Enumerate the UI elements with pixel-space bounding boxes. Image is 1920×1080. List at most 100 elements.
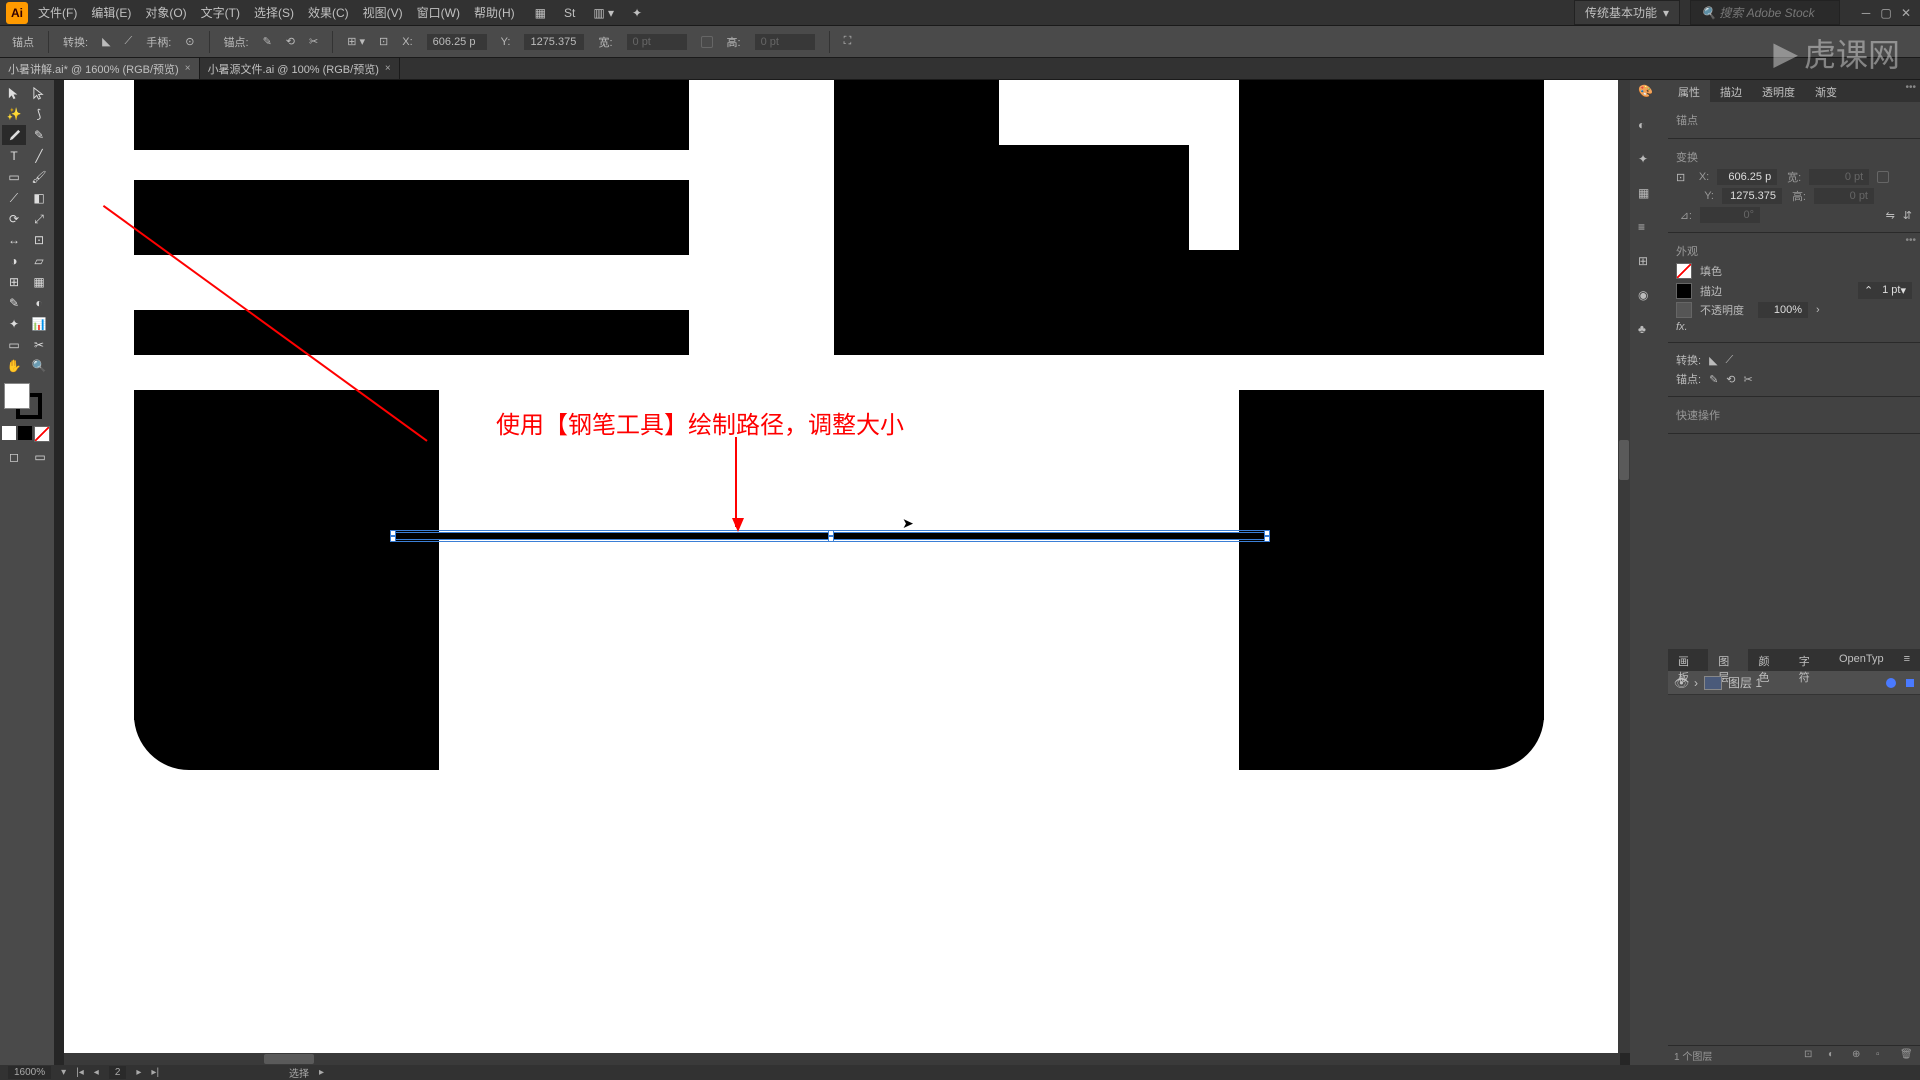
- color-guide-icon[interactable]: ◐: [1638, 118, 1660, 138]
- stroke-swatch-prop[interactable]: [1676, 283, 1692, 299]
- cb-y-value[interactable]: 1275.375: [524, 34, 584, 50]
- layer-row[interactable]: 👁 › 图层 1: [1668, 671, 1920, 695]
- crop-icon[interactable]: ⛶: [844, 35, 852, 48]
- width-tool[interactable]: ↔: [2, 230, 26, 250]
- reference-point-icon[interactable]: ⊡: [1676, 171, 1685, 184]
- brushes-icon[interactable]: ✦: [1638, 152, 1660, 172]
- menu-effect[interactable]: 效果(C): [308, 4, 349, 21]
- menu-type[interactable]: 文字(T): [201, 4, 240, 21]
- color-mode-icon[interactable]: [2, 426, 16, 440]
- layer-target-icon[interactable]: [1886, 678, 1896, 688]
- tab-properties[interactable]: 属性: [1668, 80, 1710, 102]
- menu-object[interactable]: 对象(O): [145, 4, 186, 21]
- tab-close-icon[interactable]: ×: [185, 63, 191, 74]
- menu-file[interactable]: 文件(F): [38, 4, 77, 21]
- zoom-chevron-icon[interactable]: ▾: [61, 1067, 66, 1078]
- artboard-last-icon[interactable]: ▸|: [151, 1067, 159, 1078]
- eraser-tool[interactable]: ◧: [27, 188, 51, 208]
- workspace-selector[interactable]: 传统基本功能▾: [1574, 0, 1680, 25]
- type-tool[interactable]: T: [2, 146, 26, 166]
- rectangle-tool[interactable]: ▭: [2, 167, 26, 187]
- arrange-icon[interactable]: ▥ ▾: [593, 6, 614, 20]
- column-graph-tool[interactable]: 📊: [27, 314, 51, 334]
- symbols-icon[interactable]: ▦: [1638, 186, 1660, 206]
- maximize-button[interactable]: ▢: [1878, 5, 1894, 21]
- swatches-icon[interactable]: ⊞: [1638, 254, 1660, 274]
- menu-window[interactable]: 窗口(W): [417, 4, 460, 21]
- hand-tool[interactable]: ✋: [2, 356, 26, 376]
- remove-anchor-icon[interactable]: ✎: [1709, 373, 1718, 386]
- fx-label[interactable]: fx.: [1676, 321, 1688, 333]
- tab-character[interactable]: 字符: [1789, 649, 1829, 671]
- gradient-mode-icon[interactable]: [18, 426, 32, 440]
- fill-swatch[interactable]: [4, 383, 30, 409]
- symbol-sprayer-tool[interactable]: ✦: [2, 314, 26, 334]
- cb-h-value[interactable]: 0 pt: [755, 34, 815, 50]
- draw-mode-icon[interactable]: ◻: [2, 447, 26, 467]
- connect-anchor-icon[interactable]: ⟲: [1726, 373, 1735, 386]
- appearance-icon[interactable]: ◉: [1638, 288, 1660, 308]
- mesh-tool[interactable]: ⊞: [2, 272, 26, 292]
- direct-selection-tool[interactable]: [27, 83, 51, 103]
- tab-opentype[interactable]: OpenTyp: [1829, 649, 1894, 671]
- canvas-area[interactable]: ➤ 使用【钢笔工具】绘制路径，调整大小: [54, 80, 1630, 1065]
- document-tab-inactive[interactable]: 小暑源文件.ai @ 100% (RGB/预览)×: [200, 58, 400, 79]
- tab-transparency[interactable]: 透明度: [1752, 80, 1805, 102]
- cut-anchor-icon[interactable]: ✂: [309, 35, 318, 48]
- opacity-chevron-icon[interactable]: ›: [1816, 304, 1820, 316]
- flip-v-icon[interactable]: ⇵: [1903, 209, 1912, 222]
- new-layer-icon[interactable]: ▫: [1876, 1049, 1890, 1063]
- delete-layer-icon[interactable]: 🗑: [1900, 1049, 1914, 1063]
- zoom-level[interactable]: 1600%: [8, 1066, 51, 1079]
- prop-x-value[interactable]: 606.25 p: [1717, 169, 1777, 185]
- prop-h-value[interactable]: 0 pt: [1814, 188, 1874, 204]
- isolate-icon[interactable]: ⊞ ▾: [347, 35, 365, 48]
- menu-help[interactable]: 帮助(H): [474, 4, 515, 21]
- menu-select[interactable]: 选择(S): [254, 4, 294, 21]
- cut-path-icon[interactable]: ✂: [1744, 373, 1753, 386]
- none-mode-icon[interactable]: [34, 426, 50, 442]
- paintbrush-tool[interactable]: 🖌: [27, 167, 51, 187]
- stock-icon[interactable]: St: [564, 6, 575, 20]
- lasso-tool[interactable]: ⟆: [27, 104, 51, 124]
- cb-x-value[interactable]: 606.25 p: [427, 34, 487, 50]
- convert-smooth-icon[interactable]: ⟋: [1726, 354, 1734, 367]
- visibility-icon[interactable]: 👁: [1674, 676, 1688, 690]
- scale-tool[interactable]: ⤢: [27, 209, 51, 229]
- stroke-weight-value[interactable]: ⌃1 pt▾: [1858, 282, 1912, 299]
- prop-y-value[interactable]: 1275.375: [1722, 188, 1782, 204]
- artboard-tool[interactable]: ▭: [2, 335, 26, 355]
- artboard-first-icon[interactable]: |◂: [76, 1067, 84, 1078]
- menu-edit[interactable]: 编辑(E): [91, 4, 131, 21]
- blend-tool[interactable]: ◐: [27, 293, 51, 313]
- connect-anchor-icon[interactable]: ⟲: [286, 35, 295, 48]
- artboard-prev-icon[interactable]: ◂: [94, 1067, 99, 1078]
- tab-swatches[interactable]: 颜色: [1748, 649, 1788, 671]
- zoom-tool[interactable]: 🔍: [27, 356, 51, 376]
- remove-anchor-icon[interactable]: ✎: [263, 35, 272, 48]
- scrollbar-vertical[interactable]: [1618, 80, 1630, 1053]
- artboard-number[interactable]: 2: [109, 1066, 127, 1079]
- opacity-value[interactable]: 100%: [1758, 302, 1808, 318]
- align-point-icon[interactable]: ⊡: [379, 35, 388, 48]
- gpu-icon[interactable]: ✦: [632, 6, 642, 20]
- cb-w-value[interactable]: 0 pt: [627, 34, 687, 50]
- rotate-tool[interactable]: ⟳: [2, 209, 26, 229]
- convert-corner-icon[interactable]: ◣: [102, 35, 110, 48]
- opacity-swatch[interactable]: [1676, 302, 1692, 318]
- prop-angle-value[interactable]: 0°: [1700, 207, 1760, 223]
- eyedropper-tool[interactable]: ✎: [2, 293, 26, 313]
- locate-layer-icon[interactable]: ⊡: [1804, 1049, 1818, 1063]
- layer-name[interactable]: 图层 1: [1728, 674, 1762, 691]
- shaper-tool[interactable]: ⟋: [2, 188, 26, 208]
- convert-corner-icon[interactable]: ◣: [1709, 354, 1717, 367]
- free-transform-tool[interactable]: ⊡: [27, 230, 51, 250]
- fill-swatch-prop[interactable]: [1676, 263, 1692, 279]
- pen-tool[interactable]: [2, 125, 26, 145]
- tab-close-icon[interactable]: ×: [385, 63, 391, 74]
- scrollbar-horizontal[interactable]: [64, 1053, 1620, 1065]
- graphic-styles-icon[interactable]: ♣: [1638, 322, 1660, 342]
- search-stock-input[interactable]: 🔍 搜索 Adobe Stock: [1690, 0, 1840, 25]
- panel-menu-icon[interactable]: •••: [1905, 235, 1916, 246]
- color-panel-icon[interactable]: 🎨: [1638, 84, 1660, 104]
